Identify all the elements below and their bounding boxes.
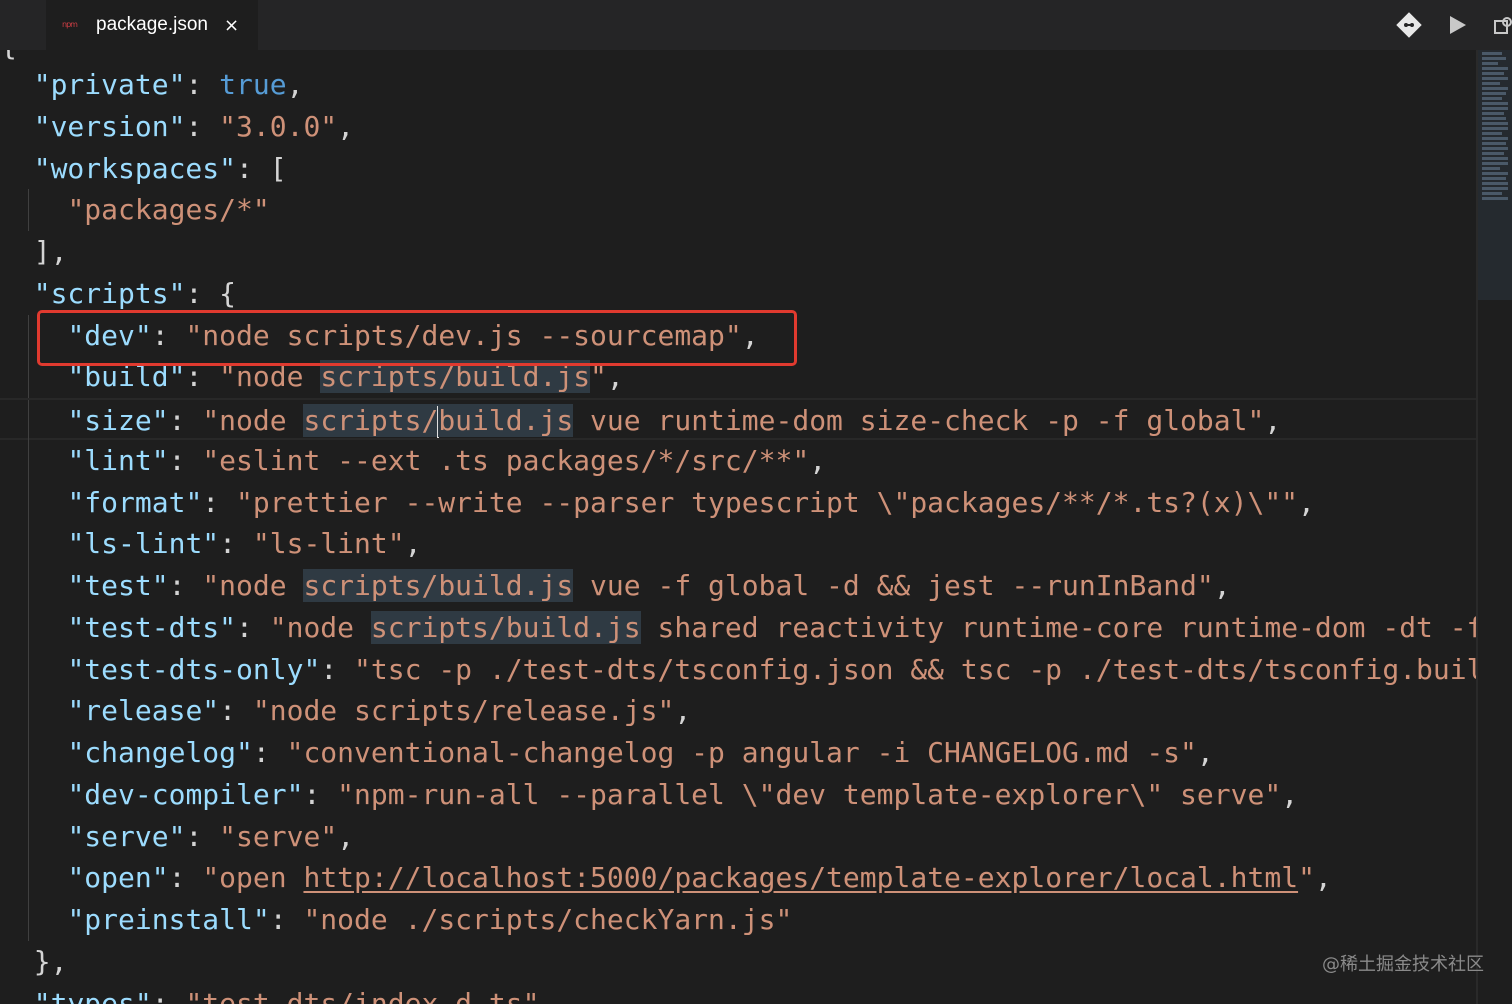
- minimap[interactable]: [1478, 50, 1512, 300]
- code-line: "serve": "serve",: [0, 815, 1476, 858]
- code-line: "changelog": "conventional-changelog -p …: [0, 732, 1476, 774]
- code-line: "packages/*": [0, 189, 1476, 231]
- open-preview-icon[interactable]: [1490, 12, 1512, 38]
- code-lines: { "private": true, "version": "3.0.0", "…: [0, 50, 1476, 1004]
- code-line: "test": "node scripts/build.js vue -f gl…: [0, 565, 1476, 607]
- code-line: "open": "open http://localhost:5000/pack…: [0, 857, 1476, 899]
- code-line: "types": "test-dts/index.d.ts",: [33, 986, 557, 1004]
- git-compare-icon[interactable]: [1396, 12, 1422, 38]
- code-line: "workspaces": [: [33, 151, 287, 185]
- code-line: "ls-lint": "ls-lint",: [0, 523, 1476, 565]
- tab-label: package.json: [96, 14, 208, 35]
- code-line: "dev-compiler": "npm-run-all --parallel …: [0, 773, 1476, 816]
- code-line: "scripts": {: [33, 276, 237, 310]
- watermark: @稀土掘金技术社区: [1322, 954, 1484, 975]
- code-line: "format": "prettier --write --parser typ…: [0, 481, 1476, 524]
- code-line: "lint": "eslint --ext .ts packages/*/src…: [0, 439, 1476, 482]
- code-line: "release": "node scripts/release.js",: [0, 690, 1476, 732]
- code-line-current: "size": "node scripts/build.js vue runti…: [0, 398, 1476, 442]
- tab-package-json[interactable]: npm package.json ×: [46, 0, 258, 50]
- url-link[interactable]: http://localhost:5000/packages/template-…: [303, 861, 1298, 894]
- code-line: "build": "node scripts/build.js",: [0, 356, 1476, 398]
- code-line: "dev": "node scripts/dev.js --sourcemap"…: [0, 314, 1476, 357]
- code-line: "version": "3.0.0",: [33, 109, 355, 143]
- npm-file-icon: npm: [62, 20, 78, 29]
- code-line: "test-dts-only": "tsc -p ./test-dts/tsco…: [0, 648, 1476, 691]
- close-icon[interactable]: ×: [224, 15, 239, 36]
- code-line: {: [0, 50, 1476, 64]
- run-icon[interactable]: [1444, 12, 1470, 38]
- code-editor[interactable]: { "private": true, "version": "3.0.0", "…: [0, 50, 1476, 1004]
- code-line: },: [33, 944, 68, 978]
- code-line: ],: [33, 235, 68, 268]
- code-line: "preinstall": "node ./scripts/checkYarn.…: [0, 899, 1476, 941]
- code-line: "test-dts": "node scripts/build.js share…: [0, 606, 1476, 649]
- tab-bar: npm package.json ×: [0, 0, 1512, 50]
- code-line: "private": true,: [33, 68, 304, 101]
